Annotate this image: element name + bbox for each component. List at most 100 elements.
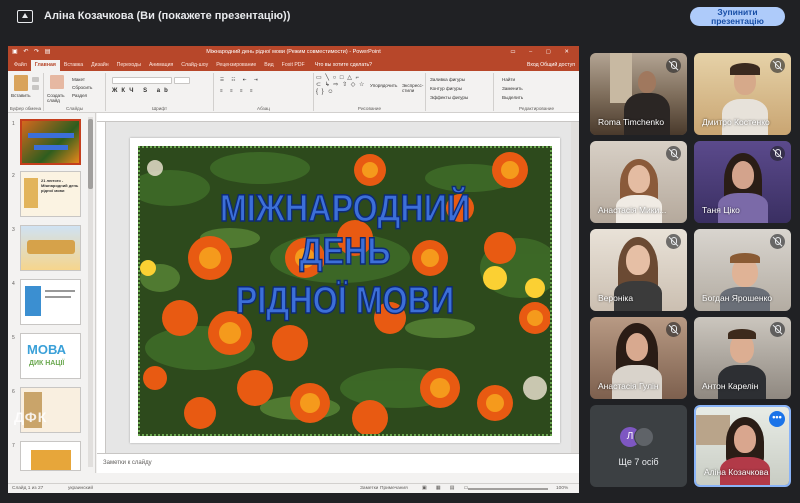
tab-insert[interactable]: Вставка (60, 60, 87, 71)
list-buttons[interactable]: ☰ ☷ ⇤ ⇥ (220, 77, 261, 83)
tab-foxit[interactable]: Foxit PDF (278, 60, 309, 71)
view-buttons[interactable]: ▣ ▦ ▤ ▭ (422, 486, 472, 491)
muted-mic-icon (770, 234, 785, 249)
more-participants-label: Ще 7 осіб (618, 457, 659, 467)
thumb-image (27, 240, 75, 254)
participant-tile[interactable]: Roma Timchenko (590, 53, 687, 135)
participant-tile[interactable]: Богдан Ярошенко (694, 229, 791, 311)
reset-button[interactable]: Сбросить (72, 85, 92, 90)
align-buttons[interactable]: ≡ ≡ ≡ ≡ (220, 88, 256, 93)
participant-tile[interactable]: Анастасія Мики... (590, 141, 687, 223)
thumb-line (45, 296, 71, 298)
copy-icon[interactable] (32, 85, 39, 90)
replace-button[interactable]: Заменить (502, 86, 523, 91)
slide-thumb-5[interactable]: МОВА ДИК НАЦІЇ (20, 333, 81, 379)
more-participants-tile[interactable]: Л Ще 7 осіб (590, 405, 687, 487)
slide-number: 6 (12, 389, 15, 395)
participant-avatar-photo (634, 427, 654, 447)
self-tile[interactable]: ••• Аліна Козачкова (694, 405, 791, 487)
thumb-text: ДИК НАЦІЇ (29, 360, 65, 367)
slide-title-line-1: МІЖНАРОДНИЙ ДЕНЬ (219, 187, 471, 274)
tab-review[interactable]: Рецензирование (212, 60, 260, 71)
find-button[interactable]: Найти (502, 77, 515, 82)
participant-name: Анастасія Мики... (598, 205, 667, 215)
participant-tile[interactable]: Дмитро Костенко (694, 53, 791, 135)
participant-body (624, 93, 670, 135)
thumbnail-scrollbar[interactable] (88, 117, 93, 467)
hair (730, 253, 760, 263)
slide-editor: МІЖНАРОДНИЙ ДЕНЬ РІДНОЇ МОВИ (97, 113, 579, 453)
tab-slideshow[interactable]: Слайд-шоу (177, 60, 212, 71)
slide-number: 3 (12, 227, 15, 233)
group-paragraph: ☰ ☷ ⇤ ⇥ ≡ ≡ ≡ ≡ Абзац (214, 73, 314, 111)
scroll-thumb[interactable] (88, 119, 93, 189)
tab-home[interactable]: Главная (30, 60, 60, 71)
shapes-gallery[interactable]: ▭ ╲ ○ □ △ ⌐ ⊂ ↳ ⇨ ⇧ ◇ ☆ { } ☺ (316, 75, 368, 96)
font-name-select[interactable] (112, 77, 172, 84)
slide-notes-field[interactable]: Заметки к слайду (97, 453, 579, 473)
font-size-select[interactable] (174, 77, 190, 84)
comments-toggle[interactable]: Примечания (380, 486, 408, 491)
font-format-buttons[interactable]: ЖКЧ S ab (112, 88, 172, 94)
share-button[interactable]: Вход Общий доступ (527, 60, 579, 71)
group-label: Шрифт (151, 106, 168, 111)
ppt-body: 1 2 21 лютого - Міжнародний день рідної … (8, 113, 579, 473)
participant-tile[interactable]: Таня Ціко (694, 141, 791, 223)
marigold-background-image: МІЖНАРОДНИЙ ДЕНЬ РІДНОЇ МОВИ (138, 146, 552, 436)
slide-number: 7 (12, 443, 15, 449)
participant-face (734, 425, 756, 453)
shape-outline-button[interactable]: Контур фигуры (430, 86, 462, 91)
tab-file[interactable]: Файл (10, 60, 31, 71)
layout-button[interactable]: Макет (72, 77, 85, 82)
participant-tile[interactable]: Анастасія Гулін (590, 317, 687, 399)
meet-top-bar: Аліна Козачкова (Ви (покажете презентаці… (0, 0, 800, 34)
participant-tile[interactable]: Вероніка (590, 229, 687, 311)
slide-thumb-3[interactable] (20, 225, 81, 271)
tab-transitions[interactable]: Переходы (113, 60, 145, 71)
shape-effects-button[interactable]: Эффекты фигуры (430, 95, 468, 100)
slide-number: 2 (12, 173, 15, 179)
participant-tile[interactable]: Антон Карелін (694, 317, 791, 399)
group-clipboard: Вставить Буфер обмена (8, 73, 44, 111)
editor-scrollbar[interactable] (571, 122, 579, 453)
tab-animations[interactable]: Анимация (145, 60, 177, 71)
group-shape-format: Заливка фигуры Контур фигуры Эффекты фиг… (426, 73, 494, 111)
more-options-button[interactable]: ••• (769, 411, 785, 427)
zoom-slider[interactable] (468, 488, 548, 490)
notes-toggle[interactable]: Заметки (360, 486, 378, 491)
section-button[interactable]: Раздел (72, 93, 87, 98)
thumb-title-bar (28, 133, 74, 138)
muted-mic-icon (770, 58, 785, 73)
paste-button[interactable]: Вставить (11, 93, 30, 98)
hair (728, 329, 756, 339)
tell-me-search[interactable]: Что вы хотите сделать? (315, 60, 372, 71)
group-label: Редактирование (519, 106, 554, 111)
shared-powerpoint-window: ▣ ↶ ↷ ▤ Міжнародний день рідної мови (Ре… (8, 46, 579, 493)
window-controls[interactable]: ▭ – ▢ ✕ (510, 46, 575, 59)
new-slide-button[interactable]: Создать слайд (47, 93, 69, 103)
participant-face (626, 333, 648, 361)
stop-presenting-button[interactable]: Зупинити презентацію (690, 7, 785, 26)
slide-thumb-2[interactable]: 21 лютого - Міжнародний день рідної мови (20, 171, 81, 217)
zoom-level[interactable]: 100% (556, 486, 568, 491)
muted-mic-icon (666, 58, 681, 73)
shape-fill-button[interactable]: Заливка фигуры (430, 77, 465, 82)
quick-access-toolbar[interactable]: ▣ ↶ ↷ ▤ (12, 46, 52, 59)
arrange-button[interactable]: Упорядочить (370, 83, 397, 88)
quick-styles-button[interactable]: Экспресс-стили (402, 83, 426, 93)
group-editing: Найти Заменить Выделить Редактирование (494, 73, 579, 111)
slide-thumb-4[interactable] (20, 279, 81, 325)
ribbon-tabs: Файл Главная Вставка Дизайн Переходы Ани… (8, 59, 579, 71)
ppt-title-bar: ▣ ↶ ↷ ▤ Міжнародний день рідної мови (Ре… (8, 46, 579, 59)
tab-view[interactable]: Вид (260, 60, 277, 71)
new-slide-icon[interactable] (50, 75, 64, 89)
slide-thumb-7[interactable] (20, 441, 81, 471)
slide-thumb-1[interactable] (20, 119, 81, 165)
select-button[interactable]: Выделить (502, 95, 523, 100)
cut-icon[interactable] (32, 77, 39, 82)
slide-number: 1 (12, 121, 15, 127)
tab-design[interactable]: Дизайн (87, 60, 112, 71)
current-slide[interactable]: МІЖНАРОДНИЙ ДЕНЬ РІДНОЇ МОВИ (130, 138, 560, 443)
paste-icon[interactable] (14, 75, 28, 91)
ribbon-home: Вставить Буфер обмена Создать слайд Маке… (8, 71, 579, 113)
